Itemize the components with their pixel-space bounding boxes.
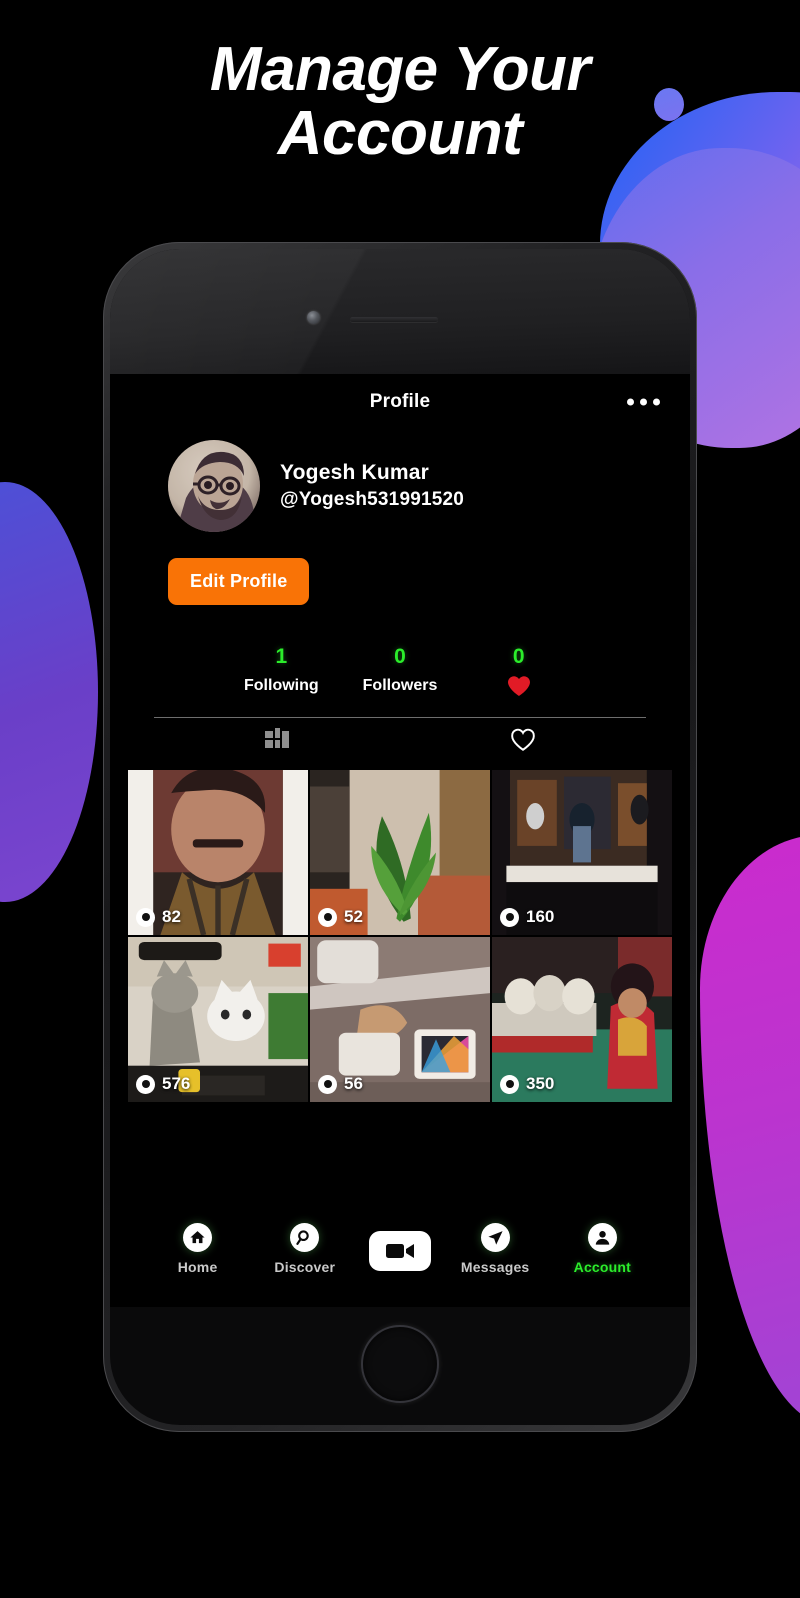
nav-item-discover[interactable]: Discover (262, 1223, 348, 1275)
view-count: 350 (500, 1074, 554, 1094)
heart-filled-icon (459, 675, 578, 697)
view-count: 56 (318, 1074, 363, 1094)
person-icon (587, 1223, 617, 1252)
nav-label: Messages (460, 1259, 530, 1275)
page-title: Profile (369, 391, 431, 412)
profile-stats: 1 Following 0 Followers 0 (110, 645, 690, 697)
home-icon (183, 1223, 213, 1252)
eye-icon (318, 907, 337, 927)
video-thumbnail[interactable]: 350 (492, 937, 672, 1102)
dot (653, 398, 660, 406)
view-count: 576 (136, 1074, 190, 1094)
decor-blob-bottom-right (700, 835, 800, 1425)
nav-label: Account (573, 1259, 632, 1275)
stat-value: 1 (275, 645, 288, 668)
view-count: 160 (500, 907, 554, 927)
avatar[interactable] (168, 440, 260, 532)
stat-label: Following (244, 677, 319, 694)
nav-item-account[interactable]: Account (559, 1223, 645, 1275)
create-video-button[interactable] (368, 1231, 431, 1271)
tab-grid[interactable] (154, 727, 400, 757)
grid-layout-icon (264, 727, 290, 757)
headline-line-1: Manage Your (209, 35, 591, 104)
app-header: Profile (110, 374, 690, 430)
stat-following[interactable]: 1 Following (222, 645, 341, 697)
nav-item-messages[interactable]: Messages (452, 1223, 538, 1275)
eye-icon (318, 1074, 337, 1094)
view-count: 52 (318, 907, 363, 927)
view-count-value: 350 (526, 1074, 555, 1093)
phone-body: Profile Yogesh Kumar @Yogesh531991520 Ed… (110, 249, 690, 1425)
phone-top-bezel (110, 249, 690, 374)
stat-label: Followers (362, 677, 438, 694)
profile-summary: Yogesh Kumar @Yogesh531991520 (110, 430, 690, 532)
search-icon (290, 1223, 320, 1252)
front-camera-dot-icon (307, 311, 320, 324)
bottom-navigation: Home Discover Messages Account (110, 1223, 690, 1275)
content-tabs (154, 718, 646, 766)
stat-value: 0 (394, 645, 406, 668)
stat-likes[interactable]: 0 (459, 645, 578, 697)
view-count-value: 52 (344, 907, 363, 926)
view-count: 82 (136, 907, 181, 927)
profile-names: Yogesh Kumar @Yogesh531991520 (280, 461, 464, 511)
user-handle: @Yogesh531991520 (280, 489, 465, 510)
video-thumbnail[interactable]: 160 (492, 770, 672, 935)
video-thumbnail[interactable]: 56 (310, 937, 490, 1102)
headline-line-2: Account (277, 98, 523, 168)
more-horizontal-icon[interactable] (627, 398, 660, 406)
decor-blob-left (0, 482, 98, 902)
eye-icon (136, 907, 155, 927)
poster-canvas: Manage Your Account Profile Yogesh Kumar… (0, 0, 800, 1598)
phone-mockup: Profile Yogesh Kumar @Yogesh531991520 Ed… (103, 242, 697, 1432)
nav-label: Discover (274, 1259, 336, 1275)
display-name: Yogesh Kumar (280, 461, 430, 484)
poster-headline: Manage Your Account (0, 38, 800, 166)
view-count-value: 82 (162, 907, 181, 926)
send-icon (480, 1223, 510, 1252)
video-thumbnail[interactable]: 82 (128, 770, 308, 935)
eye-icon (136, 1074, 155, 1094)
dot (627, 398, 634, 406)
tab-liked[interactable] (400, 728, 646, 757)
nav-item-home[interactable]: Home (155, 1223, 241, 1275)
dot (640, 398, 647, 406)
nav-label: Home (177, 1259, 218, 1275)
video-grid: 82 52 160 576 56 350 (128, 770, 672, 1102)
heart-outline-icon (510, 728, 536, 757)
video-thumbnail[interactable]: 52 (310, 770, 490, 935)
view-count-value: 160 (526, 907, 555, 926)
eye-icon (500, 907, 519, 927)
home-button[interactable] (361, 1325, 439, 1403)
screen-glare (110, 249, 530, 374)
earpiece-speaker-icon (350, 317, 438, 322)
edit-profile-button[interactable]: Edit Profile (168, 558, 310, 605)
view-count-value: 576 (162, 1074, 191, 1093)
eye-icon (500, 1074, 519, 1094)
video-thumbnail[interactable]: 576 (128, 937, 308, 1102)
stat-value: 0 (512, 645, 525, 668)
view-count-value: 56 (344, 1074, 363, 1093)
app-screen: Profile Yogesh Kumar @Yogesh531991520 Ed… (110, 374, 690, 1307)
stat-followers[interactable]: 0 Followers (341, 645, 460, 697)
video-camera-icon (385, 1241, 415, 1261)
